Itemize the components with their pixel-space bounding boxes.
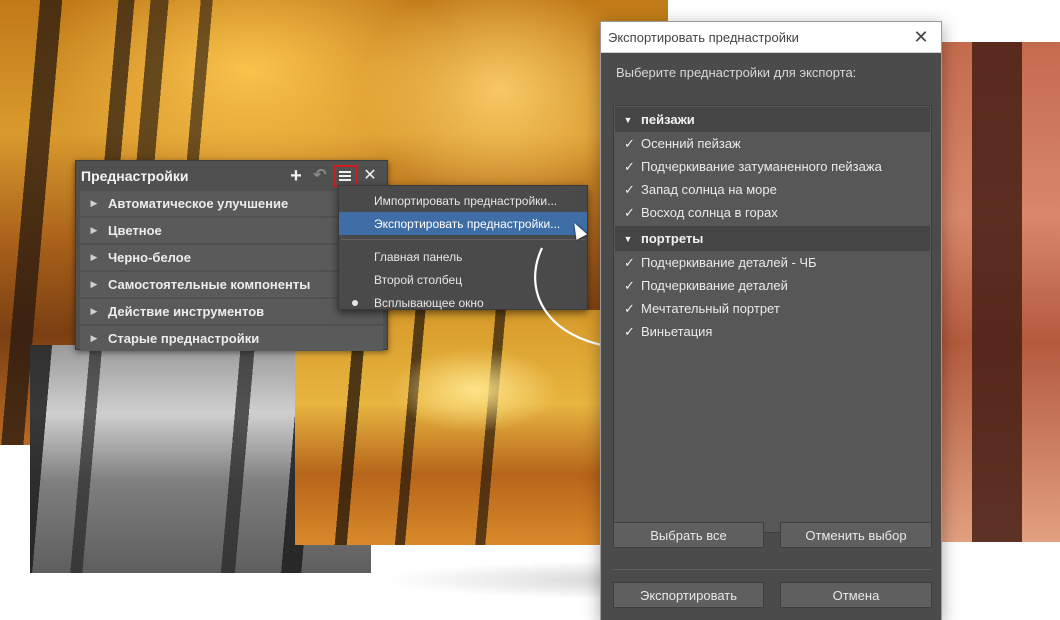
checklist-item[interactable]: ✓ Запад солнца на море [614,178,931,201]
presets-title: Преднастройки [81,168,189,184]
checklist-item-label: Мечтательный портрет [641,301,780,316]
hamburger-icon[interactable] [333,165,357,187]
category-row-portraits[interactable]: ▼ портреты [615,226,930,251]
export-presets-dialog: Экспортировать преднастройки ✕ Выберите … [600,21,942,620]
checkbox-checked-icon[interactable]: ✓ [618,136,641,152]
cancel-button[interactable]: Отмена [780,582,932,608]
menu-item-label: Экспортировать преднастройки... [374,216,561,231]
checklist-item[interactable]: ✓ Подчеркивание деталей - ЧБ [614,251,931,274]
category-label: пейзажи [641,112,695,127]
menu-item-label: Главная панель [374,249,463,264]
plus-icon[interactable]: + [285,165,307,187]
preset-group-label: Цветное [108,223,162,238]
deselect-button[interactable]: Отменить выбор [780,522,932,548]
export-button[interactable]: Экспортировать [613,582,764,608]
checklist-item[interactable]: ✓ Осенний пейзаж [614,132,931,155]
preset-group-label: Старые преднастройки [108,331,260,346]
checklist-item-label: Виньетация [641,324,713,339]
checkbox-checked-icon[interactable]: ✓ [618,278,641,294]
dialog-close-icon[interactable]: ✕ [901,27,941,48]
collapse-triangle-icon: ▼ [623,114,633,125]
menu-item-label: Второй столбец [374,272,463,287]
radio-dot-icon [352,300,358,306]
preset-group-label: Черно-белое [108,250,191,265]
menu-item-export[interactable]: Экспортировать преднастройки... [339,212,587,235]
checkbox-checked-icon[interactable]: ✓ [618,205,641,221]
checklist-item-label: Подчеркивание затуманенного пейзажа [641,159,882,174]
dialog-title: Экспортировать преднастройки [608,29,799,45]
checklist-item[interactable]: ✓ Мечтательный портрет [614,297,931,320]
checklist-item[interactable]: ✓ Виньетация [614,320,931,343]
undo-icon[interactable]: ↶ [309,165,331,187]
checkbox-checked-icon[interactable]: ✓ [618,255,641,271]
category-label: портреты [641,231,704,246]
select-all-button[interactable]: Выбрать все [613,522,764,548]
checklist-item-label: Осенний пейзаж [641,136,741,151]
checklist-item[interactable]: ✓ Подчеркивание деталей [614,274,931,297]
close-icon[interactable]: ✕ [359,165,381,187]
expand-arrow-icon: ▶ [90,198,98,208]
checkbox-checked-icon[interactable]: ✓ [618,301,641,317]
checklist-item-label: Восход солнца в горах [641,205,778,220]
preset-group-label: Действие инструментов [108,304,265,319]
preset-group-label: Самостоятельные компоненты [108,277,311,292]
expand-arrow-icon: ▶ [90,225,98,235]
expand-arrow-icon: ▶ [90,306,98,316]
checkbox-checked-icon[interactable]: ✓ [618,324,641,340]
checkbox-checked-icon[interactable]: ✓ [618,182,641,198]
dialog-prompt: Выберите преднастройки для экспорта: [616,65,857,80]
expand-arrow-icon: ▶ [90,279,98,289]
preset-checklist: ▼ пейзажи ✓ Осенний пейзаж ✓ Подчеркиван… [613,105,932,533]
checklist-item-label: Запад солнца на море [641,182,777,197]
preset-group-label: Автоматическое улучшение [108,196,289,211]
checkbox-checked-icon[interactable]: ✓ [618,159,641,175]
screenshot-stage: Преднастройки + ↶ ✕ ▶ Автоматическое улу… [0,0,1060,620]
autumn-alley-photo-right [942,42,1060,542]
checklist-item-label: Подчеркивание деталей - ЧБ [641,255,817,270]
expand-arrow-icon: ▶ [90,333,98,343]
category-row-landscapes[interactable]: ▼ пейзажи [615,107,930,132]
preset-group[interactable]: ▶ Старые преднастройки [80,326,383,351]
checklist-item-label: Подчеркивание деталей [641,278,788,293]
expand-arrow-icon: ▶ [90,252,98,262]
checklist-item[interactable]: ✓ Подчеркивание затуманенного пейзажа [614,155,931,178]
checklist-item[interactable]: ✓ Восход солнца в горах [614,201,931,224]
dialog-separator [613,569,932,570]
menu-item-label: Всплывающее окно [374,295,484,310]
collapse-triangle-icon: ▼ [623,233,633,244]
menu-item-label: Импортировать преднастройки... [374,193,558,208]
menu-item-import[interactable]: Импортировать преднастройки... [339,189,587,212]
dialog-titlebar: Экспортировать преднастройки ✕ [601,22,941,53]
